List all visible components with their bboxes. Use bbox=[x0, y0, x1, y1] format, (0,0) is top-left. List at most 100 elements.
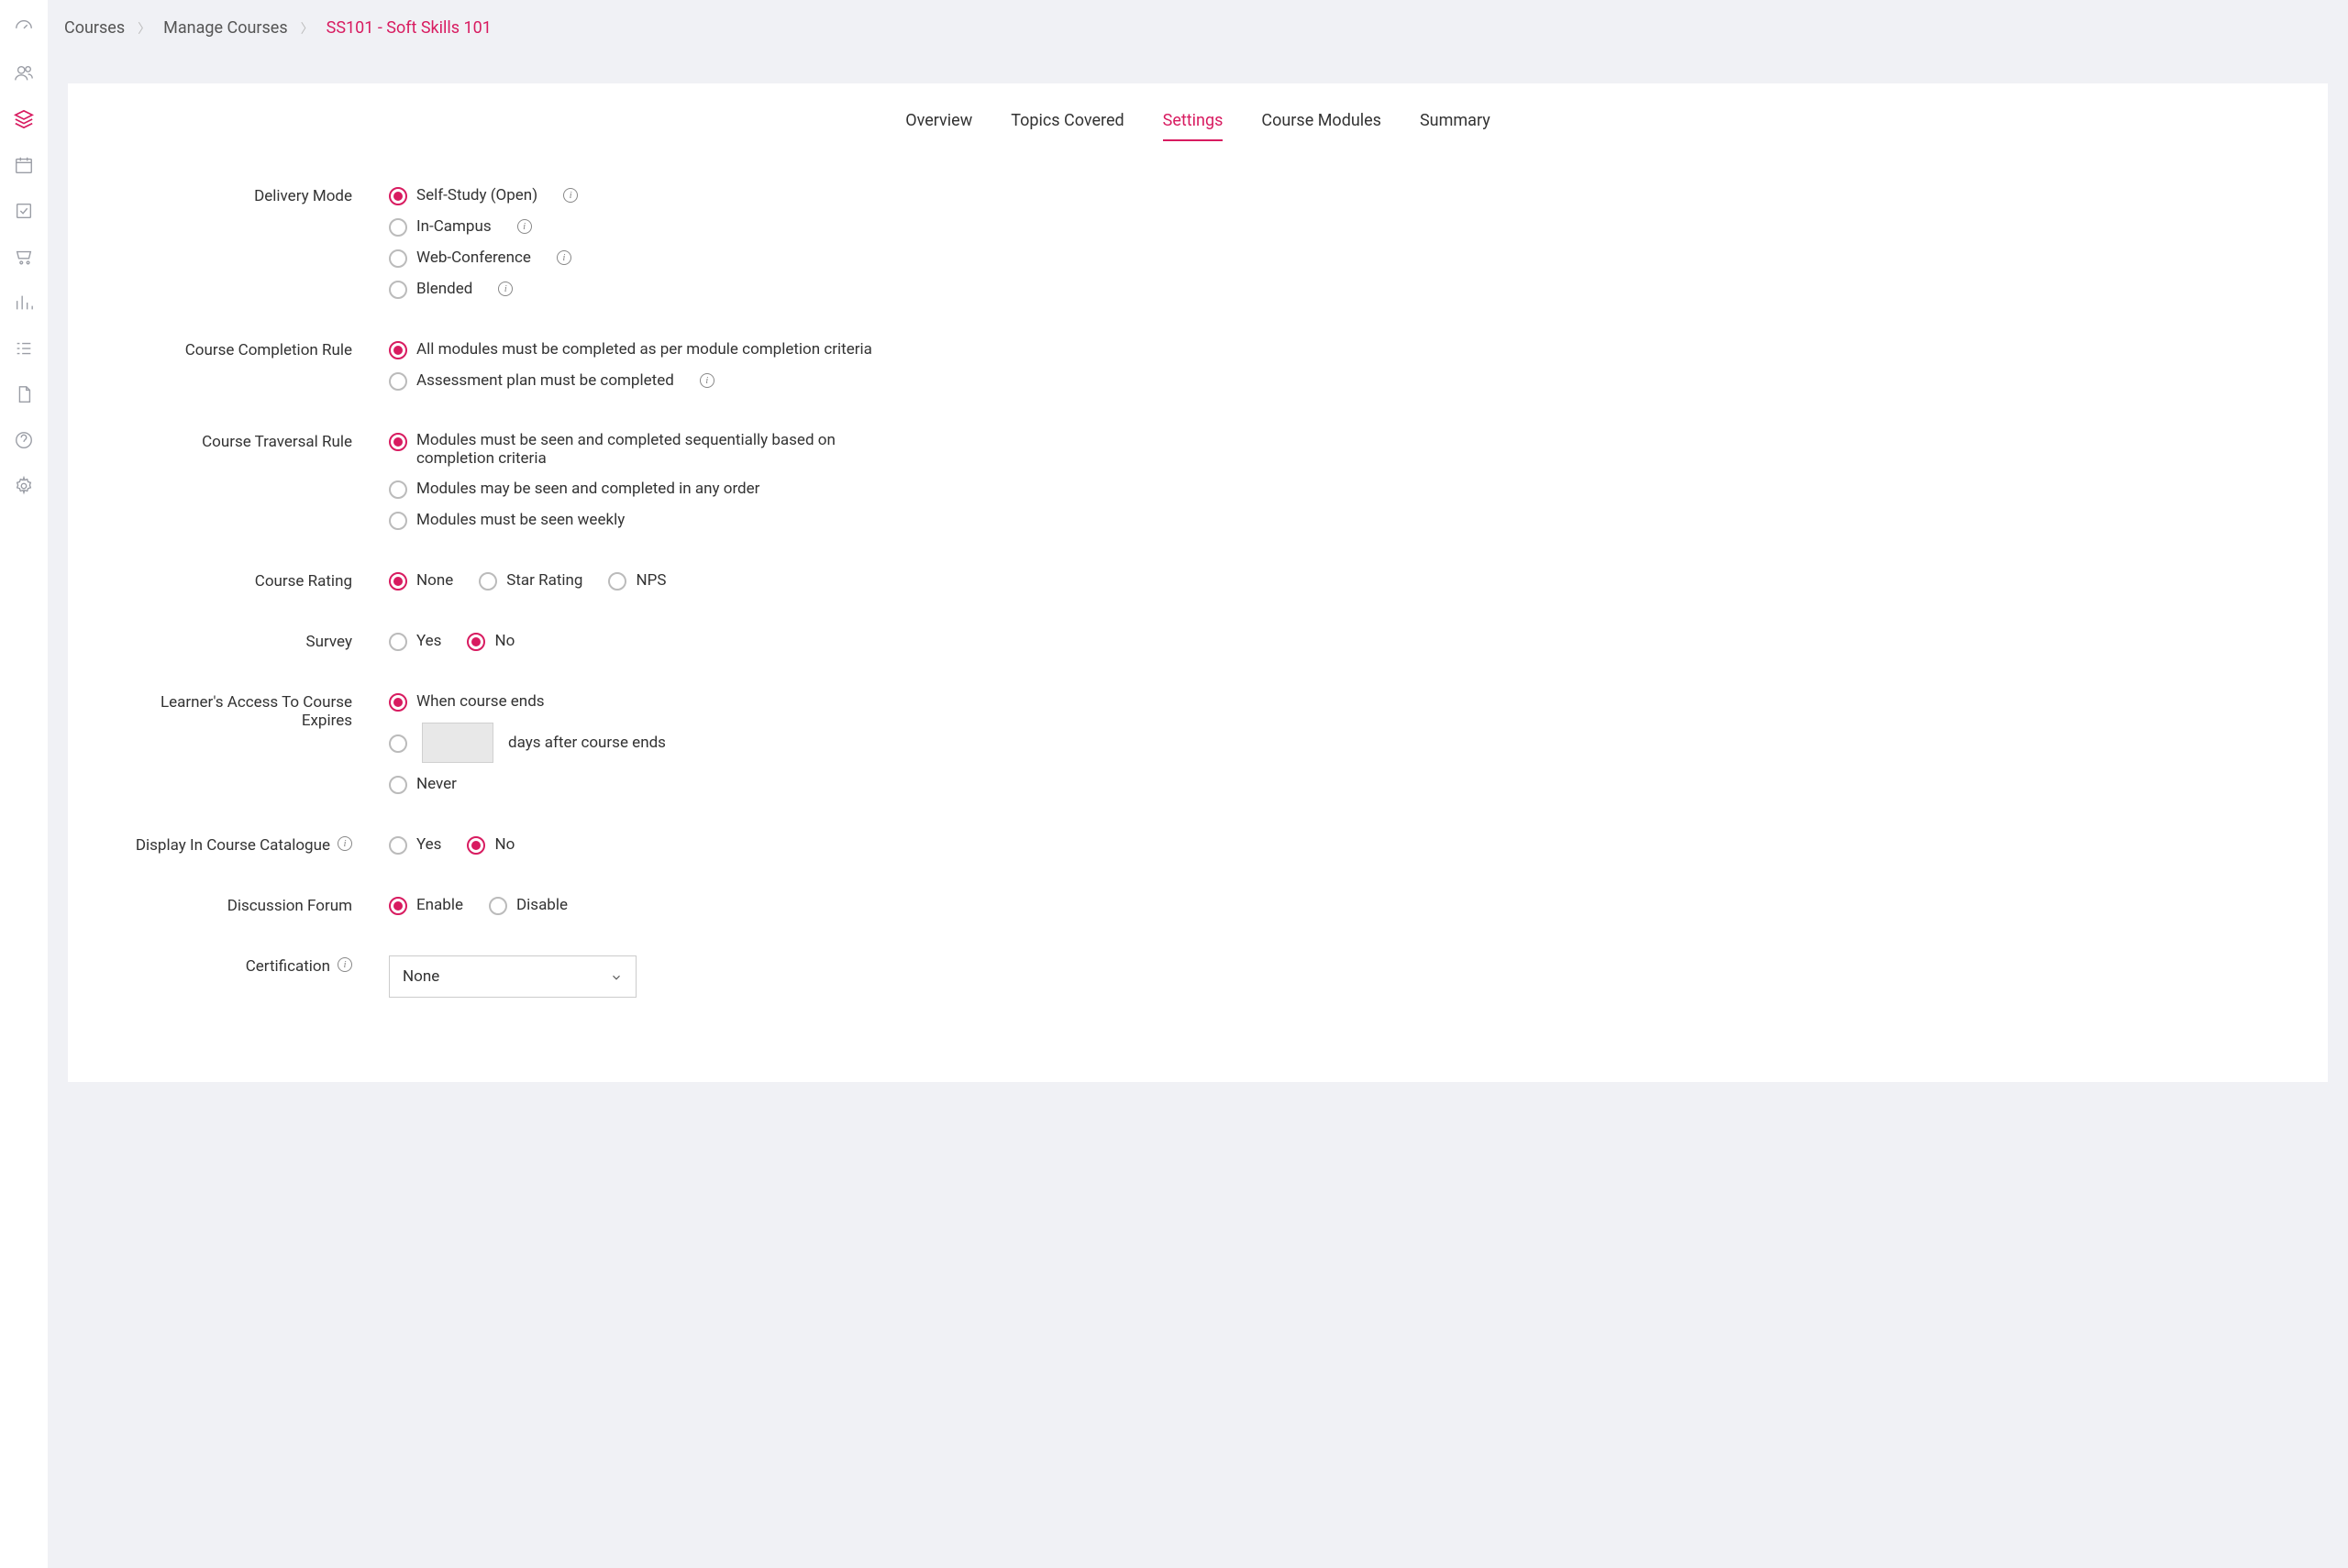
users-icon[interactable] bbox=[13, 62, 35, 84]
row-discussion-forum: Discussion Forum Enable Disable bbox=[123, 895, 2273, 926]
radio-label-rating-none: None bbox=[416, 571, 453, 590]
radio-in-campus[interactable] bbox=[389, 218, 407, 237]
radio-label-web-conf: Web-Conference bbox=[416, 248, 531, 267]
tab-summary[interactable]: Summary bbox=[1420, 111, 1490, 141]
radio-label-expires-end: When course ends bbox=[416, 692, 545, 711]
settings-card: Overview Topics Covered Settings Course … bbox=[68, 83, 2328, 1082]
radio-forum-enable[interactable] bbox=[389, 897, 407, 915]
radio-rating-star[interactable] bbox=[479, 572, 497, 591]
tab-modules[interactable]: Course Modules bbox=[1261, 111, 1381, 141]
select-value: None bbox=[403, 967, 439, 986]
settings-icon[interactable] bbox=[13, 475, 35, 497]
breadcrumb: Courses 〉 Manage Courses 〉 SS101 - Soft … bbox=[48, 0, 2348, 56]
chevron-down-icon bbox=[610, 970, 623, 983]
radio-rating-nps[interactable] bbox=[608, 572, 626, 591]
radio-survey-yes[interactable] bbox=[389, 633, 407, 651]
info-icon[interactable]: i bbox=[338, 957, 352, 972]
info-icon[interactable]: i bbox=[338, 836, 352, 851]
radio-label-all-modules: All modules must be completed as per mod… bbox=[416, 340, 872, 359]
courses-icon[interactable] bbox=[13, 108, 35, 130]
radio-label-forum-enable: Enable bbox=[416, 896, 463, 914]
list-icon[interactable] bbox=[13, 337, 35, 359]
radio-all-modules[interactable] bbox=[389, 341, 407, 359]
days-input[interactable] bbox=[422, 723, 493, 763]
tabs: Overview Topics Covered Settings Course … bbox=[123, 111, 2273, 141]
info-icon[interactable]: i bbox=[557, 250, 571, 265]
radio-weekly[interactable] bbox=[389, 512, 407, 530]
radio-label-rating-nps: NPS bbox=[636, 571, 666, 590]
radio-any-order[interactable] bbox=[389, 480, 407, 499]
info-icon[interactable]: i bbox=[700, 373, 714, 388]
reports-icon[interactable] bbox=[13, 292, 35, 314]
radio-assessment[interactable] bbox=[389, 372, 407, 391]
radio-catalogue-yes[interactable] bbox=[389, 836, 407, 855]
radio-rating-none[interactable] bbox=[389, 572, 407, 591]
row-delivery-mode: Delivery Mode Self-Study (Open) i In-Cam… bbox=[123, 185, 2273, 310]
row-traversal-rule: Course Traversal Rule Modules must be se… bbox=[123, 431, 2273, 541]
row-access-expires: Learner's Access To Course Expires When … bbox=[123, 691, 2273, 805]
help-icon[interactable] bbox=[13, 429, 35, 451]
label-course-rating: Course Rating bbox=[123, 570, 389, 602]
main-area: Courses 〉 Manage Courses 〉 SS101 - Soft … bbox=[48, 0, 2348, 1568]
row-survey: Survey Yes No bbox=[123, 631, 2273, 662]
radio-label-blended: Blended bbox=[416, 280, 472, 298]
tasks-icon[interactable] bbox=[13, 200, 35, 222]
label-survey: Survey bbox=[123, 631, 389, 662]
sidebar bbox=[0, 0, 48, 1568]
radio-label-expires-days: days after course ends bbox=[508, 734, 666, 752]
radio-label-expires-never: Never bbox=[416, 775, 457, 793]
tab-overview[interactable]: Overview bbox=[905, 111, 972, 141]
content-wrapper: Overview Topics Covered Settings Course … bbox=[48, 56, 2348, 1082]
certification-select[interactable]: None bbox=[389, 955, 637, 998]
info-icon[interactable]: i bbox=[563, 188, 578, 203]
radio-catalogue-no[interactable] bbox=[467, 836, 485, 855]
radio-label-forum-disable: Disable bbox=[516, 896, 568, 914]
dashboard-icon[interactable] bbox=[13, 17, 35, 39]
label-text: Certification bbox=[246, 957, 330, 976]
row-course-rating: Course Rating None Star Rating bbox=[123, 570, 2273, 602]
documents-icon[interactable] bbox=[13, 383, 35, 405]
radio-label-in-campus: In-Campus bbox=[416, 217, 492, 236]
calendar-icon[interactable] bbox=[13, 154, 35, 176]
radio-sequential[interactable] bbox=[389, 433, 407, 451]
row-completion-rule: Course Completion Rule All modules must … bbox=[123, 339, 2273, 402]
radio-expires-never[interactable] bbox=[389, 776, 407, 794]
label-discussion-forum: Discussion Forum bbox=[123, 895, 389, 926]
info-icon[interactable]: i bbox=[498, 282, 513, 296]
radio-label-catalogue-yes: Yes bbox=[416, 835, 441, 854]
radio-label-survey-no: No bbox=[494, 632, 515, 650]
cart-icon[interactable] bbox=[13, 246, 35, 268]
info-icon[interactable]: i bbox=[517, 219, 532, 234]
radio-survey-no[interactable] bbox=[467, 633, 485, 651]
radio-label-self-study: Self-Study (Open) bbox=[416, 186, 537, 204]
breadcrumb-manage[interactable]: Manage Courses bbox=[163, 18, 287, 38]
label-traversal-rule: Course Traversal Rule bbox=[123, 431, 389, 541]
chevron-right-icon: 〉 bbox=[301, 19, 314, 38]
label-text: Display In Course Catalogue bbox=[136, 836, 330, 855]
row-display-catalogue: Display In Course Catalogue i Yes No bbox=[123, 834, 2273, 866]
label-completion-rule: Course Completion Rule bbox=[123, 339, 389, 402]
tab-topics[interactable]: Topics Covered bbox=[1011, 111, 1124, 141]
radio-blended[interactable] bbox=[389, 281, 407, 299]
radio-self-study[interactable] bbox=[389, 187, 407, 205]
radio-forum-disable[interactable] bbox=[489, 897, 507, 915]
label-display-catalogue: Display In Course Catalogue i bbox=[123, 834, 389, 866]
radio-label-rating-star: Star Rating bbox=[506, 571, 582, 590]
radio-label-sequential: Modules must be seen and completed seque… bbox=[416, 431, 893, 468]
breadcrumb-courses[interactable]: Courses bbox=[64, 18, 125, 38]
radio-web-conf[interactable] bbox=[389, 249, 407, 268]
breadcrumb-current: SS101 - Soft Skills 101 bbox=[327, 18, 492, 38]
radio-label-catalogue-no: No bbox=[494, 835, 515, 854]
label-delivery-mode: Delivery Mode bbox=[123, 185, 389, 310]
radio-label-survey-yes: Yes bbox=[416, 632, 441, 650]
row-certification: Certification i None bbox=[123, 955, 2273, 998]
radio-label-assessment: Assessment plan must be completed bbox=[416, 371, 674, 390]
radio-label-weekly: Modules must be seen weekly bbox=[416, 511, 625, 529]
chevron-right-icon: 〉 bbox=[138, 19, 150, 38]
tab-settings[interactable]: Settings bbox=[1163, 111, 1224, 141]
label-certification: Certification i bbox=[123, 955, 389, 998]
radio-expires-days[interactable] bbox=[389, 734, 407, 753]
label-access-expires: Learner's Access To Course Expires bbox=[123, 691, 389, 805]
radio-label-any-order: Modules may be seen and completed in any… bbox=[416, 480, 759, 498]
radio-expires-end[interactable] bbox=[389, 693, 407, 712]
